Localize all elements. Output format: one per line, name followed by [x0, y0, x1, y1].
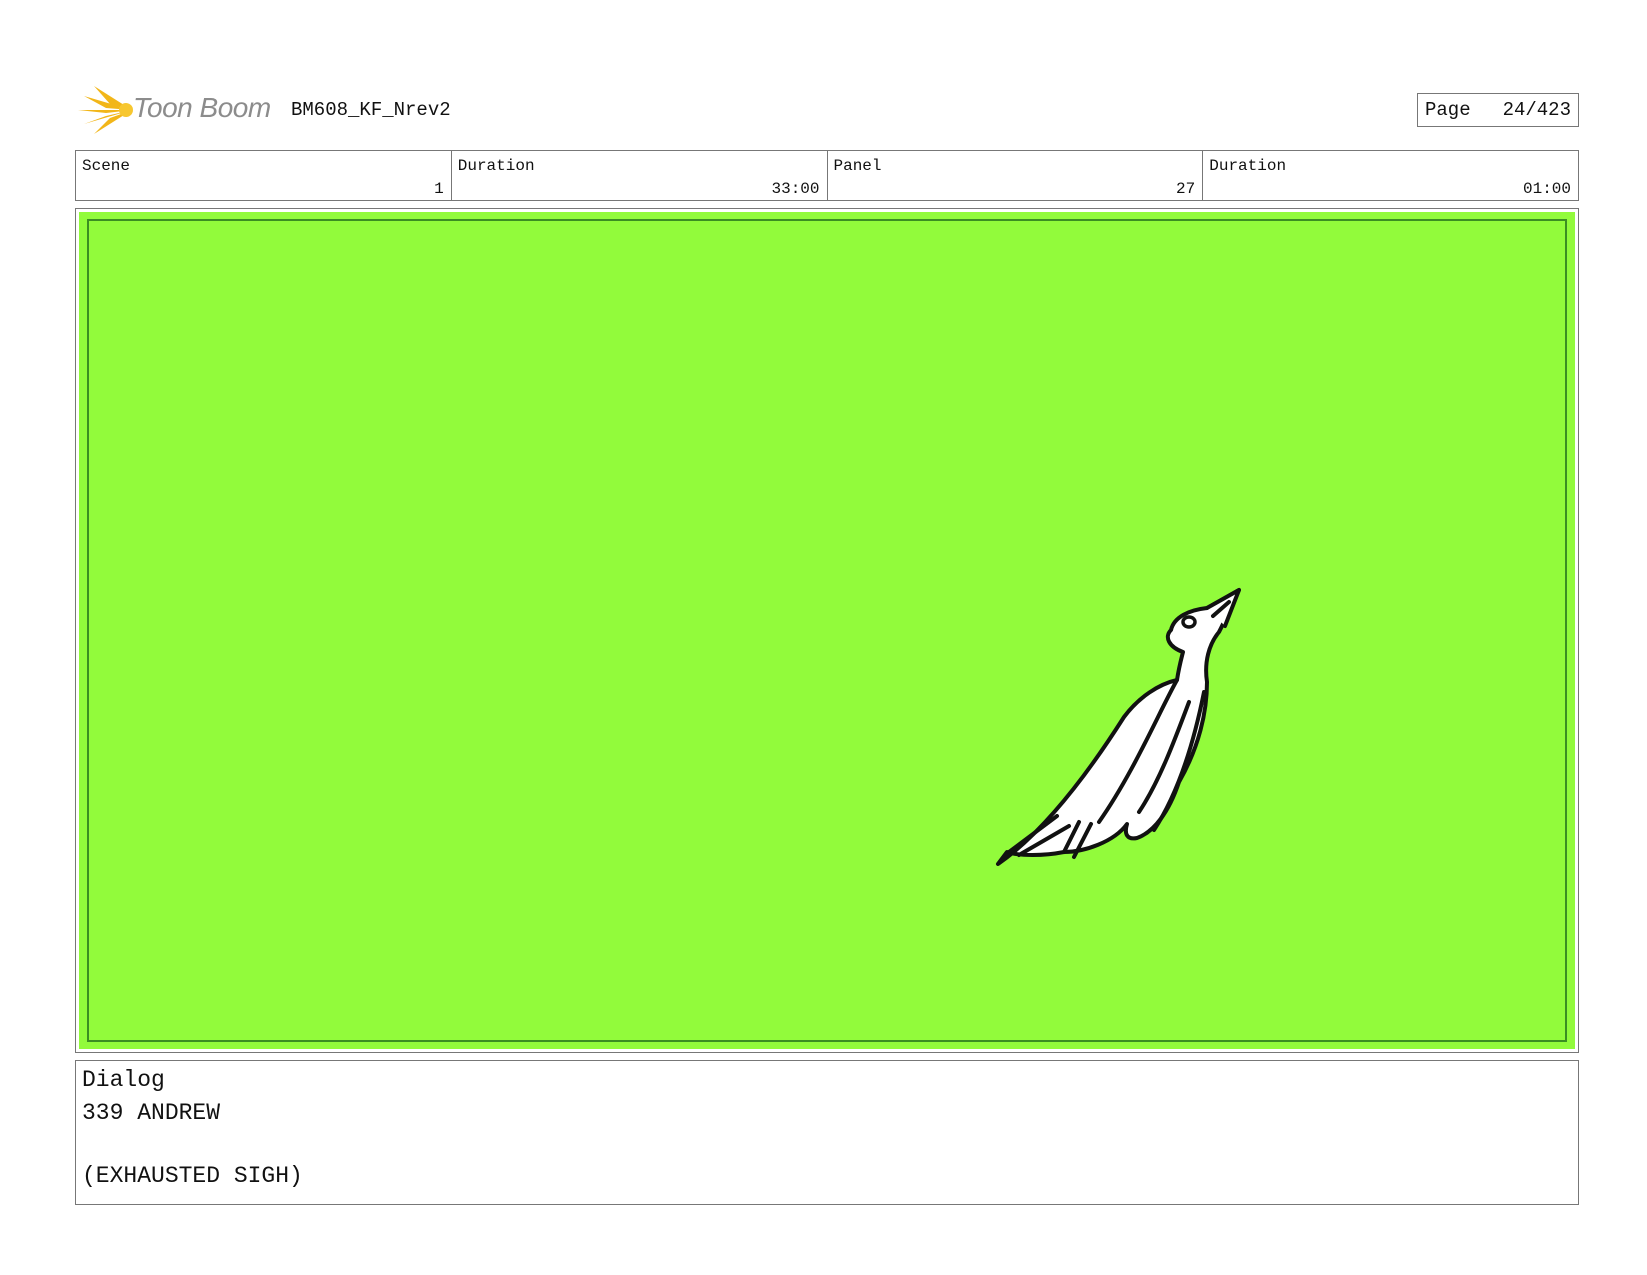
panel-value: 27 [1176, 180, 1196, 198]
panel-label: Panel [833, 157, 882, 175]
storyboard-panel-frame [75, 208, 1579, 1053]
scene-duration-cell: Duration 33:00 [452, 151, 828, 200]
page-label: Page [1425, 99, 1471, 121]
dialog-label: Dialog [82, 1067, 165, 1093]
panel-duration-value: 01:00 [1522, 180, 1571, 198]
panel-duration-cell: Duration 01:00 [1203, 151, 1578, 200]
dialog-box: Dialog 339 ANDREW (EXHAUSTED SIGH) [75, 1060, 1579, 1205]
panel-cell: Panel 27 [828, 151, 1204, 200]
panel-duration-label: Duration [1209, 157, 1287, 175]
scene-duration-label: Duration [457, 157, 535, 175]
bird-sketch [996, 588, 1241, 866]
panel-info-table: Scene 1 Duration 33:00 Panel 27 Duration… [75, 150, 1579, 201]
storyboard-panel-image [79, 212, 1575, 1049]
scene-cell: Scene 1 [76, 151, 452, 200]
page-indicator: Page 24/423 [1417, 93, 1579, 127]
logo-text: Toon Boom [133, 92, 271, 123]
toon-boom-logo: Toon Boom [76, 82, 276, 138]
starburst-icon [78, 86, 133, 134]
dialog-speaker: 339 ANDREW [82, 1100, 221, 1126]
scene-duration-value: 33:00 [771, 180, 820, 198]
dialog-line: (EXHAUSTED SIGH) [82, 1163, 303, 1189]
scene-value: 1 [434, 180, 444, 198]
document-title: BM608_KF_Nrev2 [291, 99, 451, 121]
page-number: 24/423 [1502, 99, 1571, 121]
scene-label: Scene [82, 157, 131, 175]
